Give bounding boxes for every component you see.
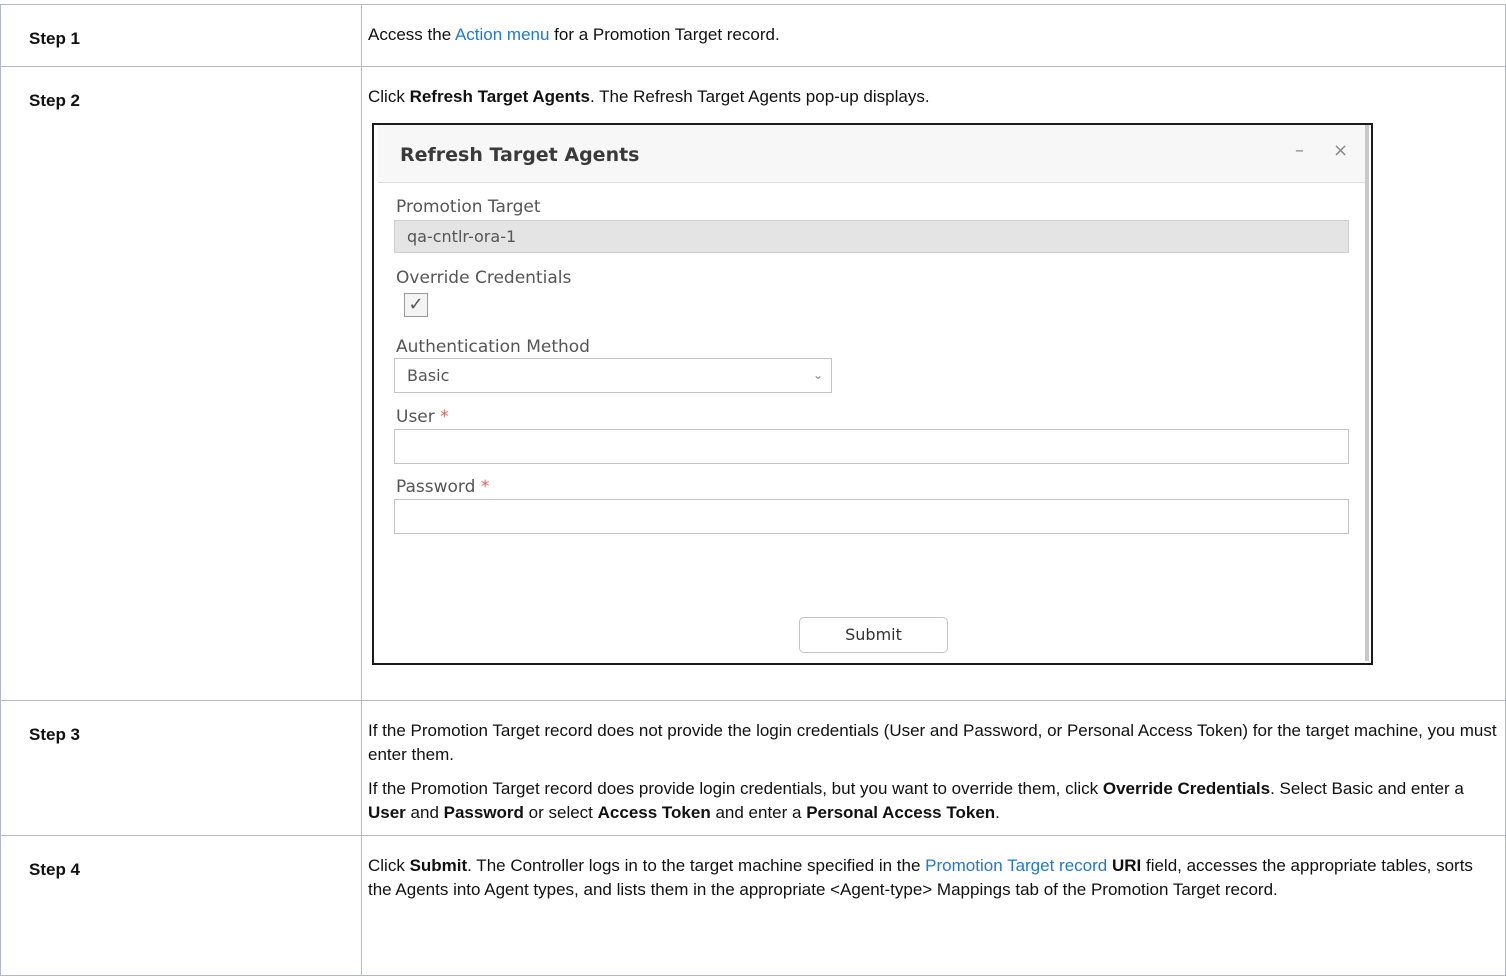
text: and xyxy=(405,803,444,822)
text: or select xyxy=(523,803,598,822)
bold-text: User xyxy=(368,803,406,822)
authentication-method-select[interactable]: Basic ⌄ xyxy=(394,358,832,393)
close-icon[interactable]: × xyxy=(1333,139,1348,163)
dialog-body: Refresh Target Agents – × Promotion Targ… xyxy=(378,125,1369,661)
promotion-target-record-link[interactable]: Promotion Target record xyxy=(925,856,1107,875)
step-label: Step 1 xyxy=(29,29,81,48)
bold-text: Override Credentials xyxy=(1102,779,1271,798)
override-credentials-checkbox[interactable]: ✓ xyxy=(404,293,428,317)
bold-text: URI xyxy=(1111,856,1142,875)
bold-text: Refresh Target Agents xyxy=(409,87,590,106)
text: . The Refresh Target Agents pop-up displ… xyxy=(590,87,930,106)
password-label: Password * xyxy=(396,475,489,499)
step-content: If the Promotion Target record does not … xyxy=(361,700,1506,836)
text: Click xyxy=(368,856,410,875)
step-content: Click Submit. The Controller logs in to … xyxy=(361,835,1506,976)
paragraph: If the Promotion Target record does not … xyxy=(368,721,1497,764)
minimize-icon[interactable]: – xyxy=(1295,139,1304,163)
text: . Select Basic and enter a xyxy=(1270,779,1464,798)
bold-text: Submit xyxy=(409,856,468,875)
text: for a Promotion Target record. xyxy=(549,25,780,44)
chevron-down-icon: ⌄ xyxy=(812,368,823,382)
override-credentials-label: Override Credentials xyxy=(396,268,572,288)
step-cell: Step 4 xyxy=(0,835,362,976)
text: and enter a xyxy=(710,803,807,822)
action-menu-link[interactable]: Action menu xyxy=(455,25,550,44)
text: . xyxy=(995,803,1000,822)
password-field[interactable] xyxy=(394,499,1349,534)
refresh-target-agents-dialog: Refresh Target Agents – × Promotion Targ… xyxy=(372,123,1373,665)
table-row: Step 1 Access the Action menu for a Prom… xyxy=(0,4,1506,67)
steps-table: Step 1 Access the Action menu for a Prom… xyxy=(0,4,1506,976)
bold-text: Access Token xyxy=(597,803,711,822)
promotion-target-label: Promotion Target xyxy=(396,197,541,217)
promotion-target-field: qa-cntlr-ora-1 xyxy=(394,220,1349,253)
step2-text: Click Refresh Target Agents. The Refresh… xyxy=(368,85,1497,109)
text: If the Promotion Target record does prov… xyxy=(368,779,1103,798)
step-label: Step 3 xyxy=(29,725,81,744)
user-label: User * xyxy=(396,405,449,429)
label-text: User xyxy=(396,407,435,427)
step-label: Step 4 xyxy=(29,860,81,879)
authentication-method-label: Authentication Method xyxy=(396,337,590,357)
required-mark: * xyxy=(440,407,449,427)
bold-text: Personal Access Token xyxy=(806,803,996,822)
step-content: Click Refresh Target Agents. The Refresh… xyxy=(361,66,1506,701)
paragraph: If the Promotion Target record does prov… xyxy=(368,777,1497,825)
step-label: Step 2 xyxy=(29,91,81,110)
table-row: Step 2 Click Refresh Target Agents. The … xyxy=(0,66,1506,701)
step-content: Access the Action menu for a Promotion T… xyxy=(361,4,1506,67)
text: . The Controller logs in to the target m… xyxy=(467,856,926,875)
step-cell: Step 3 xyxy=(0,700,362,836)
text: Click xyxy=(368,87,410,106)
selected-value: Basic xyxy=(407,366,450,385)
user-field[interactable] xyxy=(394,429,1349,464)
submit-button[interactable]: Submit xyxy=(799,617,948,653)
required-mark: * xyxy=(480,477,490,497)
step-cell: Step 1 xyxy=(0,4,362,67)
step-cell: Step 2 xyxy=(0,66,362,701)
table-row: Step 3 If the Promotion Target record do… xyxy=(0,700,1506,836)
table-row: Step 4 Click Submit. The Controller logs… xyxy=(0,835,1506,976)
bold-text: Password xyxy=(443,803,524,822)
label-text: Password xyxy=(396,477,476,497)
text: Access the xyxy=(368,25,455,44)
dialog-title: Refresh Target Agents xyxy=(400,144,640,166)
dialog-header: Refresh Target Agents – × xyxy=(378,125,1365,183)
